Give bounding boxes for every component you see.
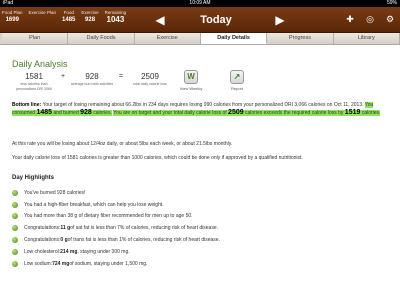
total-value: 2509 [141, 72, 159, 81]
list-item: You had a high-fiber breakfast, which ca… [12, 199, 382, 211]
list-item: Congratulations: 0 g of trans fat is les… [12, 234, 382, 246]
plus-operator: + [60, 73, 66, 80]
text: You are on target and your total daily c… [113, 110, 227, 116]
report-label: Report [230, 86, 243, 91]
text: You had more than 38 g of dietary fiber … [24, 213, 193, 220]
equals-operator: = [118, 73, 124, 80]
text: calories exceeds the required calorie lo… [245, 110, 344, 116]
share-icon: ↗ [230, 70, 244, 84]
value: 0 g [60, 237, 68, 244]
calorie-total: 2509 total daily calorie loss [128, 72, 172, 87]
value: 214 mg [60, 248, 78, 255]
list-item: Low cholesterol: 214 mg, staying under 3… [12, 246, 382, 258]
list-item: You've burned 928 calories! [12, 187, 382, 199]
text: of sat fat is less than 7% of calories, … [70, 225, 219, 232]
report-button[interactable]: ↗ Report [222, 70, 252, 91]
green-bullet-icon [12, 237, 18, 244]
deficit-value: 1581 [25, 72, 43, 81]
tab-progress[interactable]: Progress [267, 33, 334, 44]
stat-exercise: Exercise 928 [81, 10, 98, 24]
highlights-list: You've burned 928 calories! You had a hi… [12, 187, 382, 270]
stat-remaining: Remaining 1043 [105, 10, 127, 24]
text: Low cholesterol: [24, 248, 61, 255]
stat-value: 1699 [5, 17, 19, 23]
stat-value: 1043 [106, 15, 125, 24]
list-item: Low sodium: 724 mg of sodium, staying un… [12, 258, 382, 270]
consumed-value: 1485 [36, 109, 53, 116]
tab-library[interactable]: Library [333, 33, 400, 44]
value: 724 mg [52, 260, 70, 267]
chevron-right-icon[interactable]: ▶ [272, 12, 288, 28]
text: , staying under 300 mg. [77, 248, 130, 255]
view-weekly-button[interactable]: W View Weekly [176, 70, 206, 91]
tab-bar: Plan Daily Foods Exercise Daily Details … [0, 33, 400, 45]
tab-exercise[interactable]: Exercise [134, 33, 201, 44]
page-title: Today [200, 14, 232, 26]
view-weekly-label: View Weekly [179, 86, 203, 91]
analysis-actions: W View Weekly ↗ Report [176, 70, 252, 91]
calorie-burn: 928 average burn with activities [70, 72, 114, 87]
text: Low sodium: [24, 260, 53, 267]
globe-icon[interactable]: ◎ [363, 11, 377, 27]
green-bullet-icon [12, 213, 18, 220]
stat-food-plan: Food Plan 1699 [2, 10, 23, 24]
main-content: Daily Analysis 1581 less calories than p… [0, 46, 400, 300]
green-bullet-icon [12, 201, 18, 208]
total-caption: total daily calorie loss [133, 82, 167, 86]
text: Congratulations: [24, 225, 61, 232]
burned-value: 928 [80, 109, 92, 116]
stat-food: Food 1485 [62, 10, 75, 24]
text: calories. [93, 110, 112, 116]
app-header: Food Plan 1699 Exercise Plan Food 1485 E… [0, 7, 400, 33]
w-icon: W [184, 70, 198, 84]
list-item: Congratulations: 11 g of sat fat is less… [12, 222, 382, 234]
list-item: You had more than 38 g of dietary fiber … [12, 211, 382, 223]
rate-paragraph: At this rate you will be losing about 12… [12, 141, 233, 147]
section-title: Daily Analysis [12, 59, 68, 69]
text: of sodium, staying under 1,500 mg. [69, 260, 148, 267]
green-bullet-icon [12, 225, 18, 232]
stat-value: 928 [85, 17, 96, 23]
burn-value: 928 [85, 72, 99, 81]
calorie-summary: Food Plan 1699 Exercise Plan Food 1485 E… [2, 10, 126, 24]
exceed-value: 1519 [344, 109, 361, 116]
value: 11 g [60, 225, 71, 232]
green-bullet-icon [12, 260, 18, 267]
gear-icon[interactable]: ⚙ [383, 11, 397, 27]
highlights-title: Day Highlights [12, 175, 55, 181]
loss-paragraph: Your daily calorie loss of 1581 calories… [12, 155, 303, 161]
stat-value: 1485 [62, 17, 76, 23]
plus-icon[interactable]: ✚ [343, 11, 357, 27]
calorie-deficit: 1581 less calories than personalized DRI… [12, 72, 56, 91]
stat-exercise-plan: Exercise Plan [29, 10, 57, 24]
bottom-line-label: Bottom line: [12, 102, 42, 108]
target-text: Your target of losing remaining about 66… [42, 102, 364, 108]
calorie-calculation: 1581 less calories than personalized DRI… [12, 72, 172, 91]
text: Congratulations: [24, 237, 61, 244]
text: of trans fat is less than 1% of calories… [67, 237, 220, 244]
burn-caption: average burn with activities [70, 82, 114, 86]
text: You had a high-fiber breakfast, which ca… [24, 201, 164, 208]
battery-level: 59% [386, 0, 397, 6]
green-bullet-icon [12, 189, 18, 196]
tab-daily-details[interactable]: Daily Details [200, 33, 268, 44]
tab-daily-foods[interactable]: Daily Foods [68, 33, 135, 44]
text: You've burned 928 calories! [24, 189, 86, 196]
status-bar: iPad 10:09 AM 59% [0, 0, 400, 7]
deficit-caption: less calories than personalized DRI 3066 [16, 82, 52, 91]
text: calories. [361, 110, 381, 116]
chevron-left-icon[interactable]: ◀ [152, 12, 168, 28]
bottom-line-paragraph: Bottom line: Your target of losing remai… [12, 101, 382, 117]
green-bullet-icon [12, 248, 18, 255]
target-highlight: You are on target and your total daily c… [113, 109, 381, 116]
stat-label: Exercise Plan [28, 10, 57, 15]
tab-plan[interactable]: Plan [2, 33, 69, 44]
total-loss-value: 2509 [228, 109, 244, 116]
clock: 10:09 AM [189, 0, 211, 6]
header-actions: ✚ ◎ ⚙ [343, 11, 397, 27]
text: and burned [53, 110, 79, 116]
